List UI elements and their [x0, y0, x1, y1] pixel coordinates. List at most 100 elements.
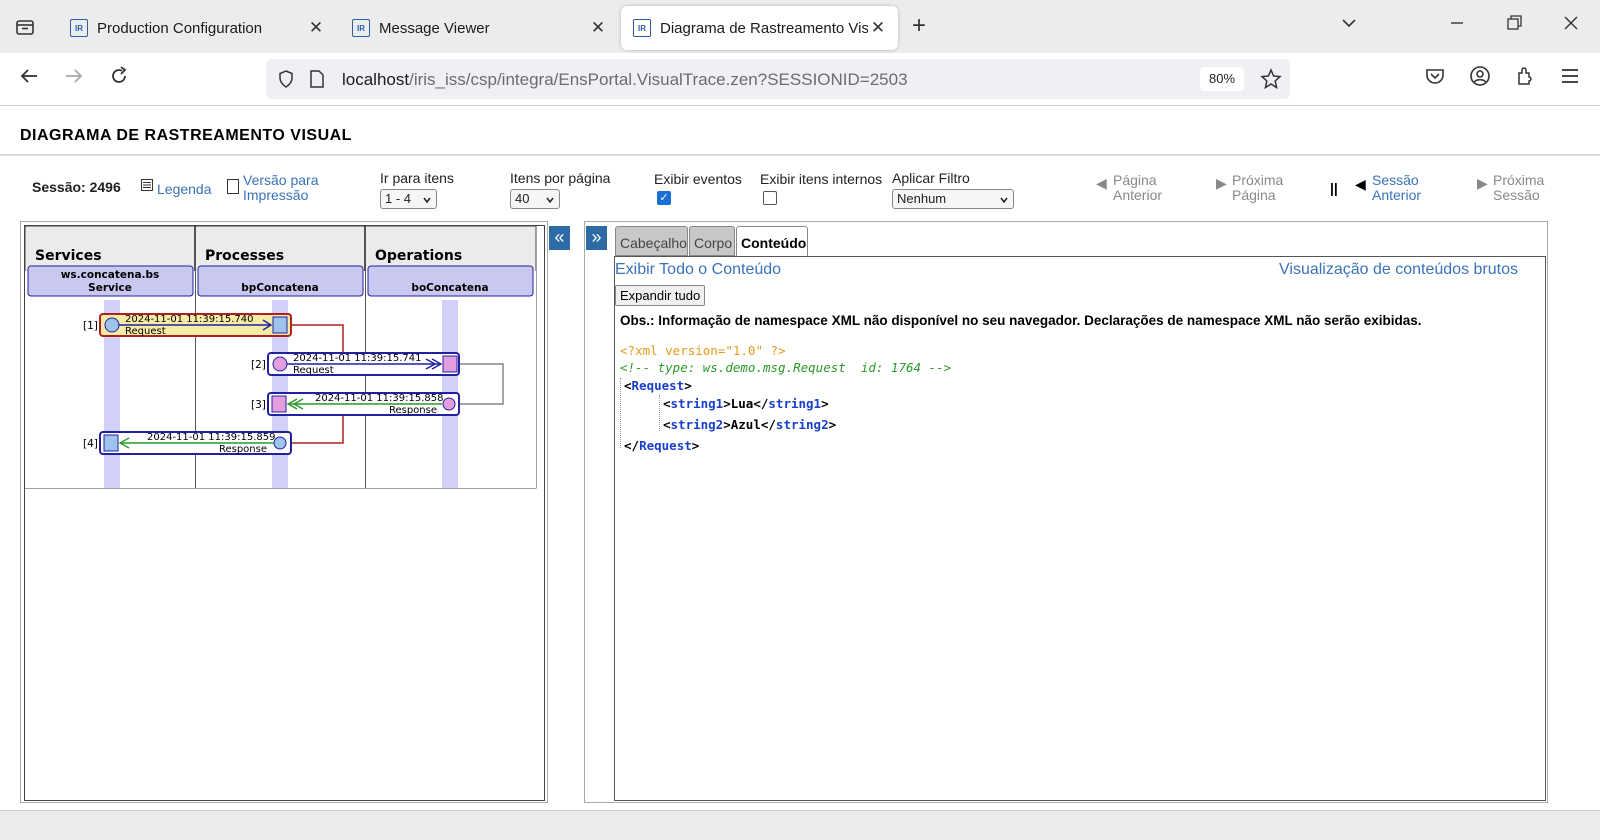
next-session-line1: Próxima [1493, 172, 1545, 188]
browser-tab-message-viewer[interactable]: IR Message Viewer ✕ [340, 6, 618, 50]
iris-favicon-icon: IR [352, 19, 370, 37]
url-host: localhost [342, 70, 410, 89]
triangle-right-icon: ▶ [1216, 175, 1227, 191]
prev-session-line1: Sessão [1372, 172, 1419, 188]
nav-separator: || [1330, 180, 1338, 196]
message-type: Request [293, 365, 334, 376]
url-text: localhost/iris_iss/csp/integra/EnsPortal… [342, 70, 908, 90]
tab-content[interactable]: Conteúdo [736, 226, 808, 258]
xml-root-open[interactable]: <Request> [624, 378, 692, 393]
trace-toolbar: Sessão: 2496 Legenda Versão para Impress… [0, 162, 1600, 214]
status-strip [0, 810, 1600, 840]
column-title-services: Services [35, 248, 102, 264]
message-detail-pane: Cabeçalho Corpo Conteúdo Exibir Todo o C… [584, 221, 1548, 803]
filter-select[interactable]: Nenhum [892, 189, 1014, 209]
close-tab-icon[interactable]: ✕ [868, 18, 888, 38]
xml-root-close: </Request> [624, 438, 700, 453]
message-end-box [103, 434, 119, 452]
prev-page-line2: Anterior [1113, 187, 1163, 203]
xml-comment: <!-- type: ws.demo.msg.Request id: 1764 … [620, 360, 952, 375]
back-arrow-icon[interactable] [18, 65, 40, 93]
close-tab-icon[interactable]: ✕ [306, 18, 326, 38]
shield-icon[interactable] [276, 69, 296, 94]
xml-field-string1: <string1>Lua</string1> [663, 396, 829, 411]
namespace-notice: Obs.: Informação de namespace XML não di… [620, 313, 1422, 328]
prev-session-line2: Anterior [1372, 187, 1422, 203]
chevron-down-icon [545, 193, 555, 208]
goto-select[interactable]: 1 - 4 [380, 189, 437, 209]
per-page-select[interactable]: 40 [510, 189, 560, 209]
message-index: [4] [83, 438, 98, 450]
filter-label: Aplicar Filtro [892, 170, 970, 186]
show-events-checkbox[interactable]: ✓ [657, 191, 671, 205]
hamburger-menu-icon[interactable] [1559, 65, 1581, 93]
next-page-link[interactable]: Próxima Página [1232, 173, 1283, 203]
tab-body[interactable]: Corpo [689, 226, 735, 256]
message-4[interactable]: 2024-11-01 11:39:15.859 Response [4] [83, 431, 292, 455]
title-divider [0, 154, 1600, 156]
page-info-icon[interactable] [308, 69, 326, 94]
account-icon[interactable] [1469, 65, 1491, 93]
tab-header[interactable]: Cabeçalho [615, 226, 688, 256]
expand-all-button[interactable]: Expandir tudo [615, 285, 706, 306]
prev-session-link[interactable]: Sessão Anterior [1372, 173, 1421, 203]
new-tab-icon[interactable]: + [912, 14, 926, 38]
goto-label: Ir para itens [380, 170, 454, 186]
browser-tab-visual-trace[interactable]: IR Diagrama de Rastreamento Visual ✕ [621, 6, 898, 50]
minimize-icon[interactable] [1448, 14, 1466, 37]
message-index: [1] [83, 320, 98, 332]
print-version-link[interactable]: Versão para Impressão [243, 173, 319, 203]
message-2[interactable]: 2024-11-01 11:39:15.741 Request [2] [251, 352, 460, 376]
pocket-icon[interactable] [1424, 65, 1446, 93]
restore-icon[interactable] [1505, 14, 1523, 37]
iris-favicon-icon: IR [70, 19, 88, 37]
next-session-link[interactable]: Próxima Sessão [1493, 173, 1544, 203]
forward-arrow-icon[interactable] [63, 65, 85, 93]
browser-tab-bar: IR Production Configuration ✕ IR Message… [0, 0, 1600, 53]
reload-icon[interactable] [108, 65, 130, 93]
show-internal-checkbox[interactable] [763, 191, 777, 205]
sequence-diagram: Services Processes Operations ws.concate… [24, 225, 537, 489]
goto-select-value: 1 - 4 [385, 191, 412, 206]
bookmark-star-icon[interactable] [1260, 68, 1282, 95]
browser-nav-bar: localhost/iris_iss/csp/integra/EnsPortal… [0, 53, 1600, 106]
message-end-box [272, 316, 288, 334]
browser-tab-production-configuration[interactable]: IR Production Configuration ✕ [58, 6, 336, 50]
session-label: Sessão: 2496 [32, 179, 121, 195]
message-3[interactable]: 2024-11-01 11:39:15.858 Response [3] [251, 392, 460, 416]
xml-tag: string1 [670, 396, 724, 411]
chevron-down-icon[interactable] [1340, 14, 1358, 37]
extensions-icon[interactable] [1514, 65, 1536, 93]
triangle-left-icon: ◀ [1096, 175, 1107, 191]
xml-value: Azul [730, 417, 761, 432]
content-panel: Exibir Todo o Conteúdo Visualização de c… [614, 256, 1546, 801]
next-page-line1: Próxima [1232, 172, 1284, 188]
message-start-circle [442, 397, 456, 411]
chevron-down-icon [422, 193, 432, 208]
trace-diagram-pane: Services Processes Operations ws.concate… [20, 221, 548, 803]
tab-title: Message Viewer [379, 19, 490, 37]
xml-value: Lua [730, 396, 754, 411]
show-internal-label: Exibir itens internos [760, 171, 883, 187]
host-name-service-line2: Service [88, 282, 132, 294]
xml-root-tag: Request [639, 438, 692, 453]
zoom-badge[interactable]: 80% [1200, 67, 1244, 91]
collapse-diagram-button[interactable]: « [549, 226, 570, 250]
message-start-circle [273, 436, 287, 450]
tab-overview-icon[interactable] [10, 14, 40, 40]
close-window-icon[interactable] [1562, 14, 1580, 37]
column-title-processes: Processes [205, 248, 284, 264]
print-link-line1: Versão para [243, 172, 319, 188]
xml-root-tag: Request [631, 378, 685, 393]
prev-page-link[interactable]: Página Anterior [1113, 173, 1162, 203]
legend-link[interactable]: Legenda [157, 181, 212, 197]
triangle-right-icon: ▶ [1477, 175, 1488, 191]
message-1[interactable]: 2024-11-01 11:39:15.740 Request [1] [83, 313, 292, 337]
per-page-label: Itens por página [510, 170, 611, 186]
show-all-content-link[interactable]: Exibir Todo o Conteúdo [615, 261, 781, 279]
message-time: 2024-11-01 11:39:15.859 [147, 432, 275, 443]
address-bar[interactable]: localhost/iris_iss/csp/integra/EnsPortal… [266, 59, 1290, 99]
raw-content-link[interactable]: Visualização de conteúdos brutos [1279, 261, 1518, 279]
close-tab-icon[interactable]: ✕ [588, 18, 608, 38]
expand-detail-button[interactable]: » [586, 226, 607, 250]
